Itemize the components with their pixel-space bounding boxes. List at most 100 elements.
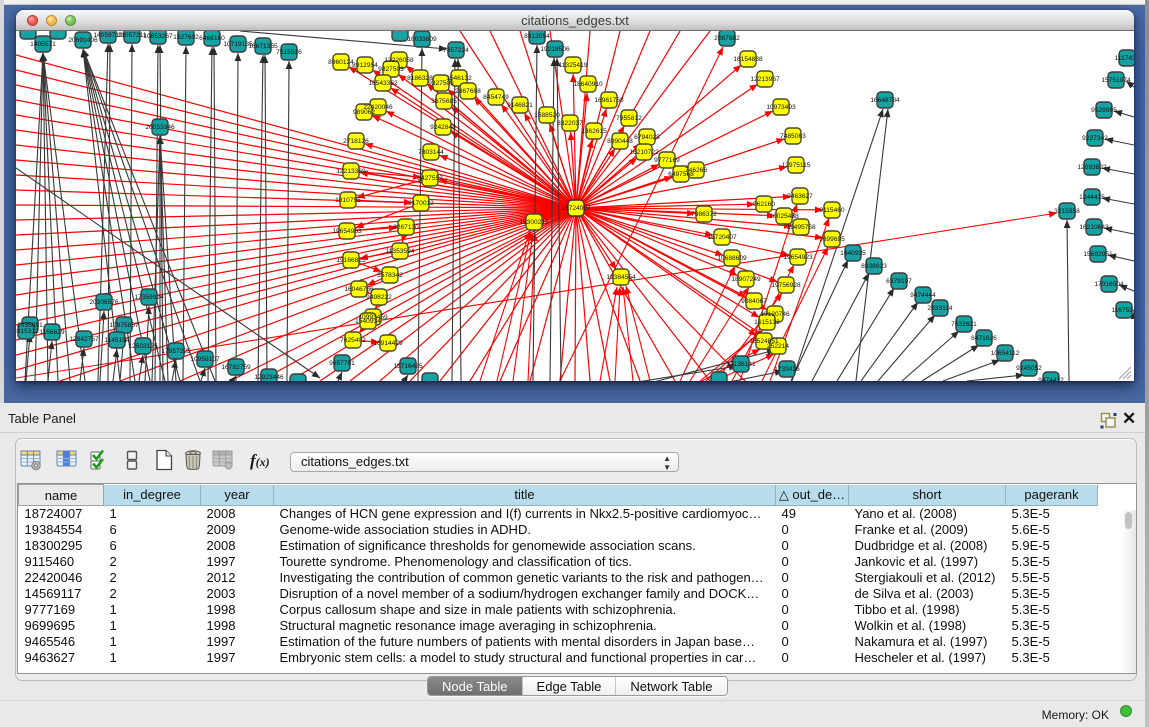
svg-text:10688609: 10688609 [717,255,747,262]
svg-text:12503135: 12503135 [128,343,158,350]
svg-text:19218506: 19218506 [540,46,570,53]
svg-text:18724007: 18724007 [561,205,591,212]
svg-text:252214: 252214 [767,343,789,350]
svg-text:6379197: 6379197 [886,278,912,285]
svg-text:16033809: 16033809 [407,36,437,43]
svg-text:2867608: 2867608 [455,88,481,95]
svg-text:7632621: 7632621 [951,321,977,328]
svg-text:15300215: 15300215 [519,219,549,226]
svg-text:16961758: 16961758 [594,97,624,104]
svg-text:16210643: 16210643 [1079,224,1109,231]
svg-text:2718126: 2718126 [343,138,369,145]
svg-text:17359924: 17359924 [134,294,164,301]
svg-text:17957225: 17957225 [161,348,191,355]
svg-text:1540934: 1540934 [355,318,381,325]
svg-text:15751074: 15751074 [1101,77,1131,84]
svg-text:962160: 962160 [753,201,775,208]
svg-text:8322037: 8322037 [557,120,583,127]
svg-text:8471626: 8471626 [971,335,997,342]
svg-text:2087682: 2087682 [714,35,740,42]
svg-text:2170012: 2170012 [408,200,434,207]
svg-text:10958107: 10958107 [190,356,220,363]
svg-text:19495758: 19495758 [786,224,816,231]
svg-text:1615132: 1615132 [754,319,780,326]
svg-text:7515526: 7515526 [276,49,302,56]
svg-text:9227342: 9227342 [1082,135,1108,142]
svg-text:18640910: 18640910 [573,81,603,88]
svg-text:19166825: 19166825 [336,257,366,264]
svg-text:19756928: 19756928 [771,282,801,289]
svg-text:12975115: 12975115 [782,162,811,169]
svg-text:16210722: 16210722 [629,149,659,156]
svg-text:3215958: 3215958 [1054,208,1080,215]
svg-text:2933114: 2933114 [927,305,953,312]
svg-text:17016504: 17016504 [1094,281,1124,288]
svg-text:7986372: 7986372 [691,211,717,218]
svg-text:19384554: 19384554 [606,274,636,281]
svg-text:9084067: 9084067 [741,298,767,305]
svg-text:9146821: 9146821 [507,102,533,109]
svg-text:9474444: 9474444 [910,292,936,299]
svg-text:1145194: 1145194 [104,337,130,344]
svg-text:9498222: 9498222 [366,294,392,301]
svg-text:1733426: 1733426 [774,366,800,373]
svg-text:12213967: 12213967 [750,76,780,83]
svg-text:7955812: 7955812 [616,115,642,122]
svg-text:1244415: 1244415 [1079,194,1105,201]
svg-text:8990448: 8990448 [607,138,633,145]
svg-text:5578342: 5578342 [377,272,403,279]
svg-text:12093822: 12093822 [1077,164,1107,171]
svg-text:16671355: 16671355 [248,43,278,50]
svg-text:16914479: 16914479 [373,340,403,347]
svg-text:10853267: 10853267 [143,33,173,40]
svg-text:9657791: 9657791 [329,360,355,367]
svg-text:19654983: 19654983 [332,228,362,235]
svg-text:1405571: 1405571 [30,41,56,48]
svg-text:13226058: 13226058 [384,57,414,64]
svg-text:20206576: 20206576 [89,299,119,306]
svg-text:8267130: 8267130 [393,224,419,231]
svg-text:6794028: 6794028 [634,134,660,141]
svg-text:9827503: 9827503 [378,66,404,73]
svg-text:11353594: 11353594 [386,248,415,255]
svg-text:19654923: 19654923 [783,254,813,261]
svg-text:10120746: 10120746 [760,311,790,318]
svg-text:12213369: 12213369 [336,168,366,175]
svg-text:9463627: 9463627 [787,193,813,200]
svg-text:8938923: 8938923 [861,263,887,270]
svg-text:15692951: 15692951 [1083,251,1113,258]
svg-text:15716485: 15716485 [393,363,423,370]
svg-text:1546132: 1546132 [446,75,472,82]
svg-text:8454749: 8454749 [483,94,509,101]
svg-text:1527602: 1527602 [173,34,199,41]
svg-text:16782759: 16782759 [221,364,251,371]
svg-text:16046766: 16046766 [344,286,374,293]
svg-text:18907249: 18907249 [731,276,761,283]
svg-text:1810755: 1810755 [335,197,361,204]
svg-text:10975857: 10975857 [109,322,139,329]
svg-text:10025438: 10025438 [769,213,799,220]
svg-text:3315312: 3315312 [16,328,39,335]
svg-text:8813054: 8813054 [524,33,550,40]
svg-text:6466160: 6466160 [199,35,225,42]
svg-text:8912954: 8912954 [352,62,378,69]
svg-text:20053346: 20053346 [145,124,175,131]
svg-text:1117433: 1117433 [1115,55,1134,62]
svg-text:7357224: 7357224 [443,47,469,54]
svg-text:8427552: 8427552 [417,175,443,182]
svg-text:7625402: 7625402 [340,337,366,344]
svg-text:1156829: 1156829 [39,329,65,336]
svg-text:746266: 746266 [685,167,707,174]
svg-text:9245052: 9245052 [1016,365,1042,372]
svg-text:9242848: 9242848 [430,124,456,131]
svg-text:9699695: 9699695 [819,236,845,243]
svg-text:7803144: 7803144 [418,149,444,156]
svg-text:14136141: 14136141 [726,361,756,368]
svg-text:1640935: 1640935 [840,250,866,257]
svg-text:16648784: 16648784 [870,97,900,104]
svg-text:10973493: 10973493 [766,104,796,111]
svg-text:9115460: 9115460 [819,207,845,214]
svg-text:9529965: 9529965 [1091,107,1117,114]
svg-text:7485063: 7485063 [780,133,806,140]
svg-text:15720407: 15720407 [707,234,737,241]
